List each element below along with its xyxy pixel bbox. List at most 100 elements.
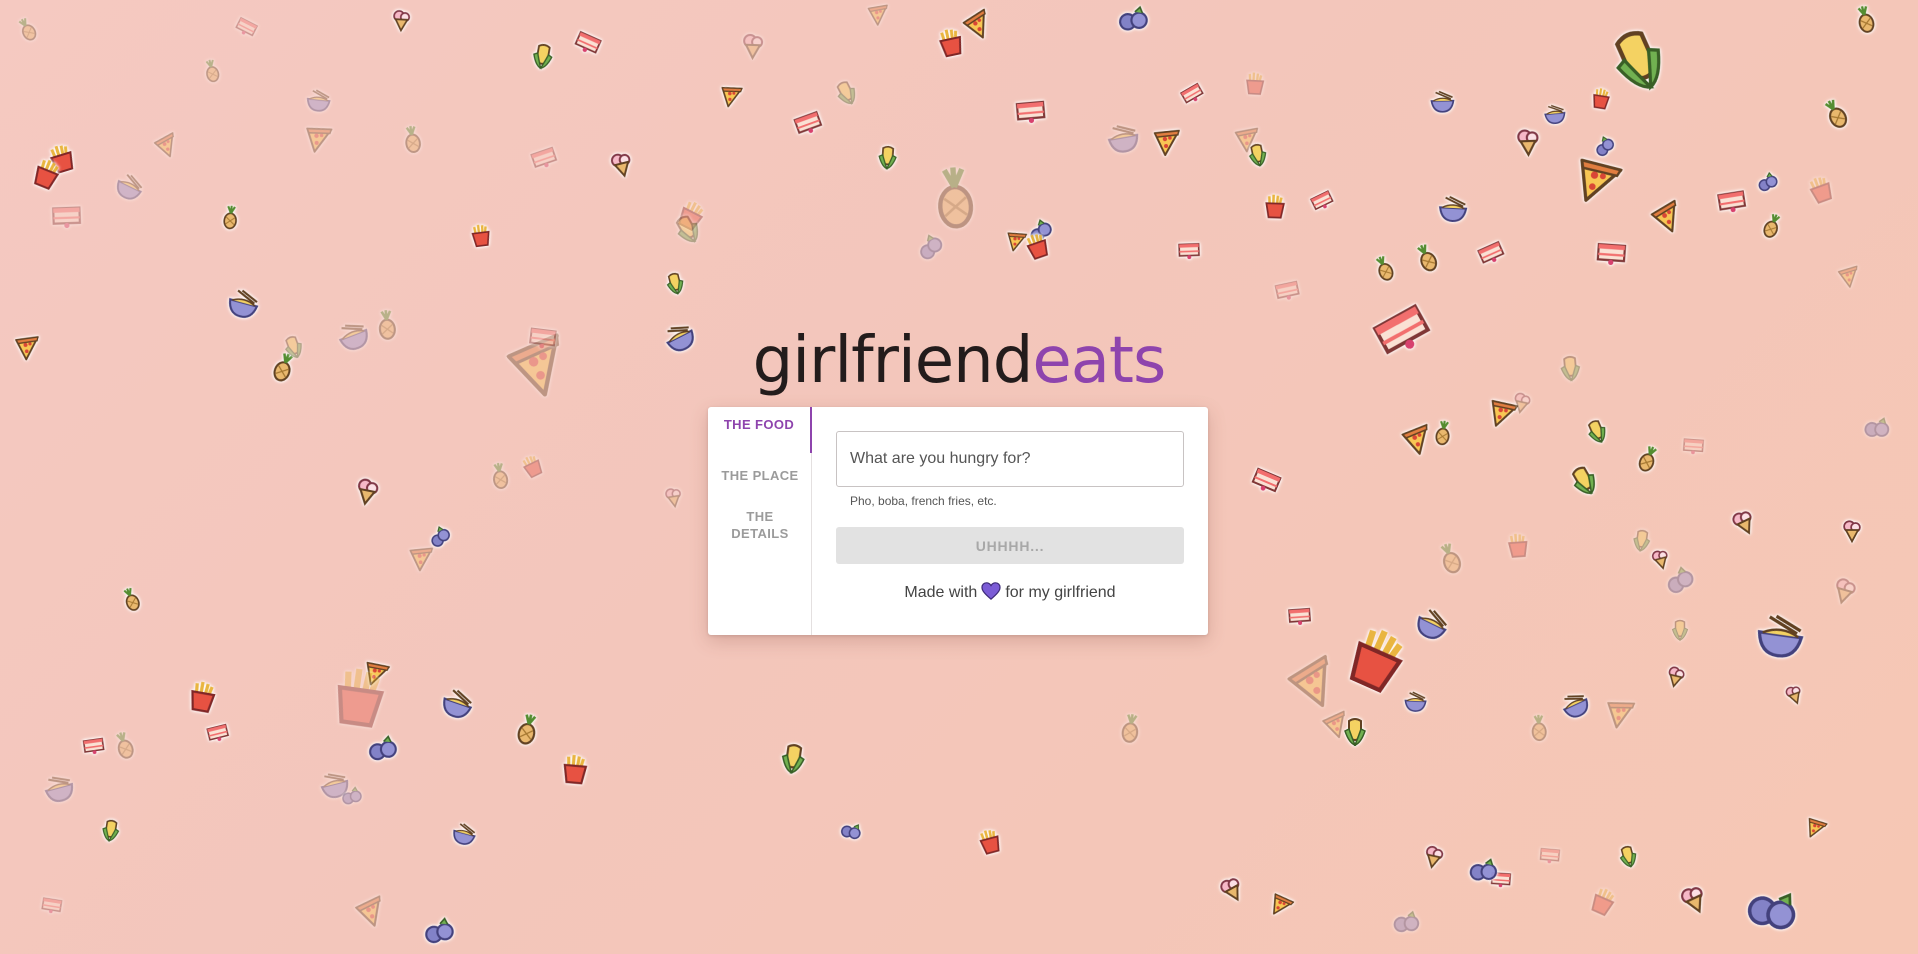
- cake-icon: [1596, 242, 1627, 266]
- ramen-icon: [1562, 695, 1589, 718]
- ramen-icon: [1107, 125, 1139, 153]
- ice-cream-icon: [1220, 878, 1240, 902]
- fries-icon: [1265, 194, 1285, 219]
- ramen-icon: [1430, 90, 1455, 113]
- pineapple-icon: [517, 714, 537, 745]
- ice-cream-icon: [1517, 129, 1539, 158]
- ramen-icon: [443, 689, 473, 719]
- fries-icon: [1507, 533, 1528, 558]
- pineapple-icon: [405, 125, 421, 153]
- blueberry-icon: [1758, 171, 1778, 192]
- ramen-icon: [1404, 691, 1427, 712]
- ramen-icon: [116, 173, 143, 200]
- ice-cream-icon: [393, 10, 411, 33]
- logo-main-text: girlfriend: [752, 324, 1034, 398]
- corn-icon: [666, 272, 684, 295]
- pineapple-icon: [1417, 244, 1438, 272]
- cake-icon: [1477, 240, 1505, 264]
- cake-icon: [1288, 607, 1311, 625]
- corn-icon: [1587, 420, 1606, 444]
- cake-icon: [530, 146, 558, 169]
- ice-cream-icon: [1681, 887, 1703, 914]
- ramen-icon: [453, 823, 476, 845]
- blueberry-icon: [1747, 892, 1796, 930]
- cake-icon: [574, 30, 602, 54]
- pizza-icon: [1808, 817, 1828, 838]
- fries-icon: [471, 224, 490, 248]
- cake-icon: [1682, 438, 1705, 455]
- blueberry-icon: [369, 735, 397, 761]
- pineapple-icon: [1763, 214, 1781, 238]
- search-card: THE FOOD THE PLACE THE DETAILS Pho, boba…: [708, 407, 1208, 635]
- blueberry-icon: [342, 786, 362, 805]
- tab-the-food[interactable]: THE FOOD: [708, 407, 812, 453]
- blueberry-icon: [1864, 417, 1890, 438]
- corn-icon: [836, 81, 856, 105]
- cake-icon: [52, 206, 82, 229]
- pineapple-icon: [18, 18, 37, 41]
- ice-cream-icon: [743, 33, 764, 61]
- cake-icon: [235, 16, 259, 37]
- search-hint: Pho, boba, french fries, etc.: [850, 494, 997, 508]
- ramen-icon: [44, 776, 74, 802]
- pineapple-icon: [1638, 446, 1657, 472]
- pineapple-icon: [205, 59, 220, 83]
- pizza-icon: [721, 86, 743, 108]
- food-search-input[interactable]: [836, 431, 1184, 487]
- corn-icon: [878, 145, 897, 170]
- blueberry-icon: [840, 824, 861, 840]
- fries-icon: [563, 754, 588, 785]
- pineapple-icon: [1857, 6, 1875, 33]
- cake-icon: [1015, 100, 1046, 124]
- pizza-icon: [1580, 158, 1623, 202]
- ramen-icon: [1757, 614, 1804, 658]
- fries-icon: [1809, 177, 1833, 204]
- ice-cream-icon: [1836, 578, 1856, 605]
- fries-icon: [1246, 72, 1265, 95]
- pizza-icon: [1153, 129, 1180, 157]
- pineapple-icon: [1440, 543, 1462, 574]
- blueberry-icon: [1393, 910, 1420, 933]
- fries-icon: [979, 830, 1000, 855]
- pizza-icon: [1607, 702, 1636, 729]
- fries-icon: [191, 681, 216, 713]
- cake-icon: [1179, 82, 1204, 104]
- corn-icon: [1248, 143, 1267, 167]
- blueberry-icon: [920, 234, 943, 260]
- cake-icon: [206, 723, 230, 741]
- pizza-icon: [1273, 893, 1295, 915]
- made-with-text: Made with: [904, 584, 978, 601]
- cake-icon: [1539, 847, 1561, 864]
- ramen-icon: [306, 89, 331, 112]
- ice-cream-icon: [1668, 666, 1685, 688]
- heart-icon: [981, 582, 1001, 600]
- blueberry-icon: [1119, 5, 1148, 31]
- pizza-icon: [306, 127, 333, 153]
- pizza-icon: [1837, 265, 1858, 288]
- fries-icon: [522, 455, 543, 479]
- tab-the-place[interactable]: THE PLACE: [708, 467, 812, 484]
- pineapple-icon: [938, 167, 974, 229]
- fries-icon: [1591, 888, 1615, 917]
- blueberry-icon: [1667, 566, 1694, 594]
- pizza-icon: [153, 132, 174, 158]
- cake-icon: [1178, 242, 1200, 260]
- logo-accent-text: eats: [1032, 324, 1166, 398]
- pineapple-icon: [116, 732, 134, 759]
- ice-cream-icon: [665, 488, 681, 509]
- pineapple-icon: [493, 462, 509, 490]
- pineapple-icon: [1824, 99, 1848, 128]
- pineapple-icon: [1375, 256, 1394, 281]
- cake-icon: [1251, 467, 1282, 493]
- ice-cream-icon: [1843, 520, 1861, 544]
- made-with-note: Made with for my girlfriend: [836, 582, 1184, 603]
- fries-icon: [1593, 88, 1610, 110]
- submit-button[interactable]: UHHHH...: [836, 527, 1184, 564]
- corn-icon: [102, 819, 120, 842]
- tab-the-details[interactable]: THE DETAILS: [708, 508, 812, 542]
- cake-icon: [1274, 280, 1300, 300]
- ice-cream-icon: [1785, 686, 1801, 705]
- blueberry-icon: [425, 917, 454, 944]
- corn-icon: [1619, 845, 1637, 868]
- ice-cream-icon: [610, 153, 631, 178]
